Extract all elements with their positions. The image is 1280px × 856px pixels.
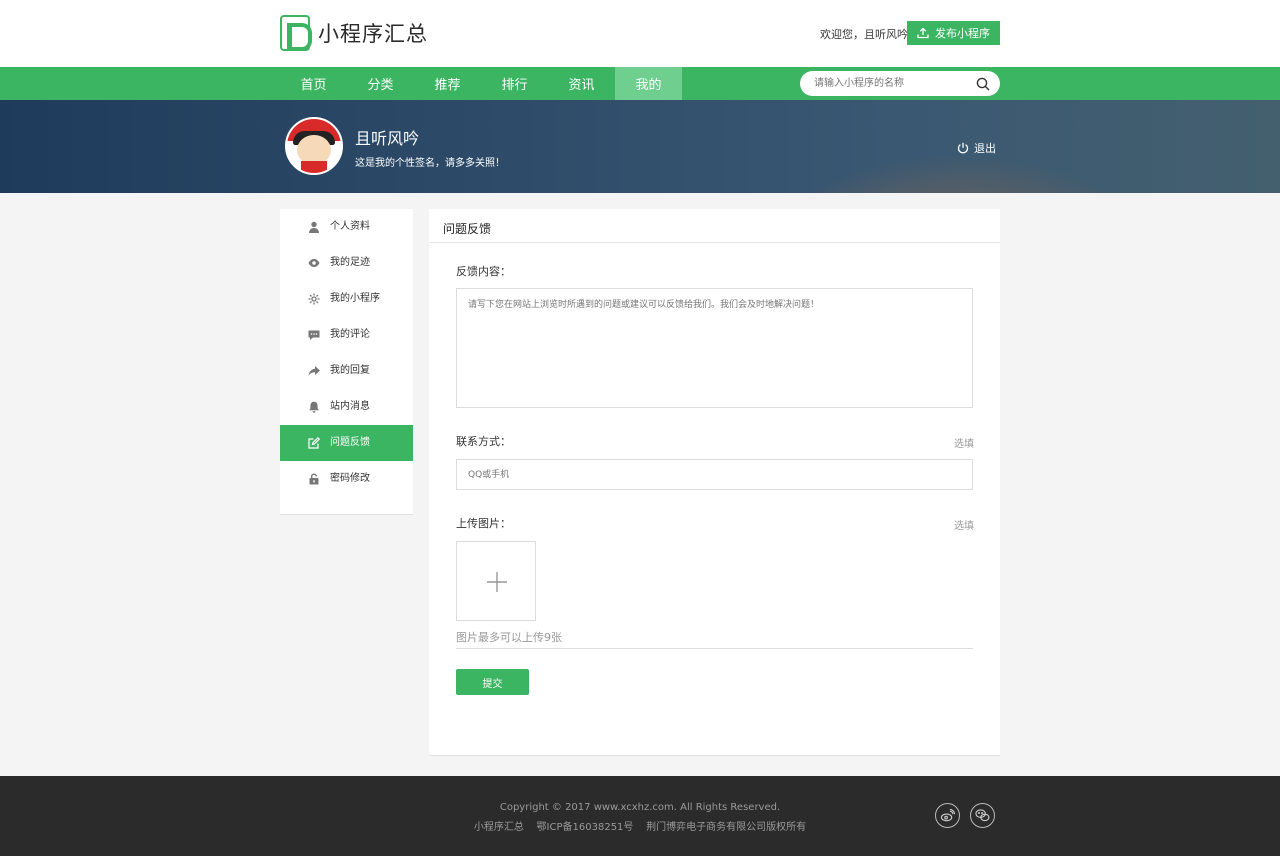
comment-icon <box>308 330 320 340</box>
lock-icon <box>309 473 319 485</box>
sidebar-item-my-apps[interactable]: 我的小程序 <box>280 281 413 317</box>
search-box <box>800 71 1000 96</box>
sidebar-item-password[interactable]: 密码修改 <box>280 461 413 497</box>
sidebar-item-footprint[interactable]: 我的足迹 <box>280 245 413 281</box>
image-optional: 选填 <box>954 521 974 532</box>
site-header: 小程序汇总 欢迎您，且听风吟 发布小程序 <box>0 0 1280 67</box>
plus-icon <box>487 572 507 592</box>
logout-label: 退出 <box>974 142 996 155</box>
sidebar-item-comments[interactable]: 我的评论 <box>280 317 413 353</box>
eye-icon <box>308 259 320 267</box>
reply-icon <box>308 366 320 376</box>
weibo-icon <box>940 808 955 822</box>
panel-header: 问题反馈 <box>429 209 1000 243</box>
site-footer: Copyright © 2017 www.xcxhz.com. All Righ… <box>0 776 1280 856</box>
nav-item-category[interactable]: 分类 <box>347 67 414 100</box>
logo-text: 小程序汇总 <box>318 22 428 46</box>
contact-label: 联系方式： <box>456 435 511 448</box>
gear-icon <box>308 293 320 305</box>
image-label: 上传图片： <box>456 517 511 530</box>
search-icon[interactable] <box>976 77 990 91</box>
feedback-content-textarea[interactable] <box>456 288 973 408</box>
divider <box>456 648 973 649</box>
publish-button[interactable]: 发布小程序 <box>907 21 1000 45</box>
publish-label: 发布小程序 <box>935 27 990 40</box>
image-upload-box[interactable] <box>456 541 536 621</box>
sidebar-item-feedback[interactable]: 问题反馈 <box>280 425 413 461</box>
logout-button[interactable]: 退出 <box>957 140 996 156</box>
sidebar-item-label: 我的评论 <box>330 329 370 340</box>
site-logo[interactable]: 小程序汇总 <box>280 15 428 51</box>
sidebar-item-label: 个人资料 <box>330 221 370 232</box>
welcome-text: 欢迎您，且听风吟 <box>820 28 908 41</box>
bell-icon <box>309 401 319 413</box>
sidebar-item-label: 我的小程序 <box>330 293 380 304</box>
avatar[interactable] <box>285 117 343 175</box>
nav-item-news[interactable]: 资讯 <box>548 67 615 100</box>
sidebar-item-replies[interactable]: 我的回复 <box>280 353 413 389</box>
sidebar-item-label: 我的足迹 <box>330 257 370 268</box>
nav-item-mine[interactable]: 我的 <box>615 67 682 100</box>
upload-hint: 图片最多可以上传9张 <box>456 631 562 644</box>
sidebar-item-label: 站内消息 <box>330 401 370 412</box>
avatar-shirt <box>301 161 327 173</box>
nav-item-home[interactable]: 首页 <box>280 67 347 100</box>
sidebar: 个人资料 我的足迹 我的小程序 我的评论 我的回复 站内消息 问题反馈 密码修改 <box>280 209 413 515</box>
profile-signature: 这是我的个性签名，请多多关照！ <box>355 158 505 169</box>
footer-icp: 小程序汇总 鄂ICP备16038251号 荆门博弈电子商务有限公司版权所有 <box>473 822 807 833</box>
sidebar-item-label: 问题反馈 <box>330 437 370 448</box>
nav-item-recommend[interactable]: 推荐 <box>414 67 481 100</box>
submit-button[interactable]: 提交 <box>456 669 529 695</box>
edit-icon <box>308 437 320 449</box>
feedback-panel: 问题反馈 反馈内容： 联系方式： 选填 上传图片： 选填 图片最多可以上传9张 … <box>429 209 1000 756</box>
contact-optional: 选填 <box>954 439 974 450</box>
power-icon <box>957 142 969 154</box>
wechat-icon <box>975 809 990 822</box>
profile-username: 且听风吟 <box>355 129 420 148</box>
weibo-button[interactable] <box>935 803 960 828</box>
user-icon <box>309 221 319 233</box>
wechat-button[interactable] <box>970 803 995 828</box>
footer-copyright: Copyright © 2017 www.xcxhz.com. All Righ… <box>499 802 781 813</box>
sidebar-item-label: 密码修改 <box>330 473 370 484</box>
sidebar-item-label: 我的回复 <box>330 365 370 376</box>
main-nav: 首页 分类 推荐 排行 资讯 我的 <box>0 67 1280 100</box>
nav-item-ranking[interactable]: 排行 <box>481 67 548 100</box>
content-label: 反馈内容： <box>456 265 511 278</box>
sidebar-item-messages[interactable]: 站内消息 <box>280 389 413 425</box>
logo-icon <box>280 15 312 51</box>
contact-input[interactable] <box>456 459 973 490</box>
sidebar-item-profile[interactable]: 个人资料 <box>280 209 413 245</box>
search-input[interactable] <box>800 71 970 96</box>
panel-title: 问题反馈 <box>443 222 492 236</box>
profile-banner <box>0 100 1280 193</box>
upload-icon <box>917 27 929 39</box>
